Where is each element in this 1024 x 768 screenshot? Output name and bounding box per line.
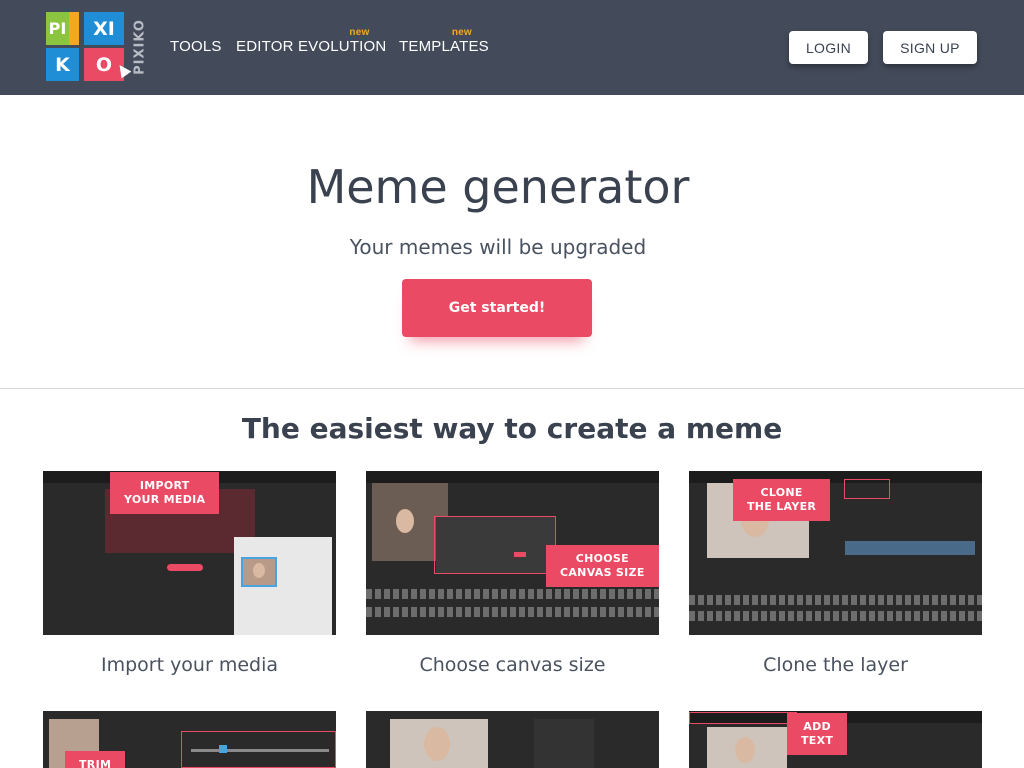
logo-wordmark: PIXIKO <box>132 19 148 75</box>
feature-card-canvas[interactable]: CHOOSE CANVAS SIZE <box>366 471 659 635</box>
card-callout: ADD TEXT <box>787 713 848 755</box>
site-header: PI XI K O PIXIKO TOOLS new EDITOR EVOLUT… <box>0 0 1024 95</box>
login-button[interactable]: LOGIN <box>789 31 868 64</box>
nav-item-tools[interactable]: TOOLS <box>170 38 222 55</box>
card-callout: TRIM <box>65 751 126 768</box>
new-badge: new <box>349 27 370 38</box>
features-title: The easiest way to create a meme <box>241 412 783 445</box>
card-caption: Clone the layer <box>763 654 908 676</box>
logo-letter-i <box>69 12 79 45</box>
page-title: Meme generator <box>306 160 690 214</box>
card-callout: CLONE THE LAYER <box>733 479 831 521</box>
logo-letter-p: PI <box>46 12 69 45</box>
feature-card-add-text[interactable]: ADD TEXT <box>689 711 982 768</box>
nav-item-templates[interactable]: new TEMPLATES <box>399 27 489 55</box>
card-callout: CHOOSE CANVAS SIZE <box>546 545 659 587</box>
section-divider <box>0 388 1024 389</box>
get-started-button[interactable]: Get started! <box>402 279 592 337</box>
feature-card-import[interactable]: IMPORT YOUR MEDIA <box>43 471 336 635</box>
feature-card-trim[interactable]: TRIM <box>43 711 336 768</box>
card-caption: Import your media <box>100 654 279 676</box>
pixiko-logo[interactable]: PI XI K O PIXIKO <box>46 12 150 82</box>
signup-button[interactable]: SIGN UP <box>883 31 977 64</box>
feature-card-clone[interactable]: CLONE THE LAYER <box>689 471 982 635</box>
card-caption: Choose canvas size <box>419 654 606 676</box>
feature-card-5[interactable] <box>366 711 659 768</box>
card-callout: IMPORT YOUR MEDIA <box>110 472 220 514</box>
logo-letter-k: K <box>46 48 79 81</box>
new-badge: new <box>451 27 472 38</box>
logo-letter-xi: XI <box>84 12 124 45</box>
nav-item-editor-evolution[interactable]: new EDITOR EVOLUTION <box>236 27 386 55</box>
page-subtitle: Your memes will be upgraded <box>349 235 647 259</box>
